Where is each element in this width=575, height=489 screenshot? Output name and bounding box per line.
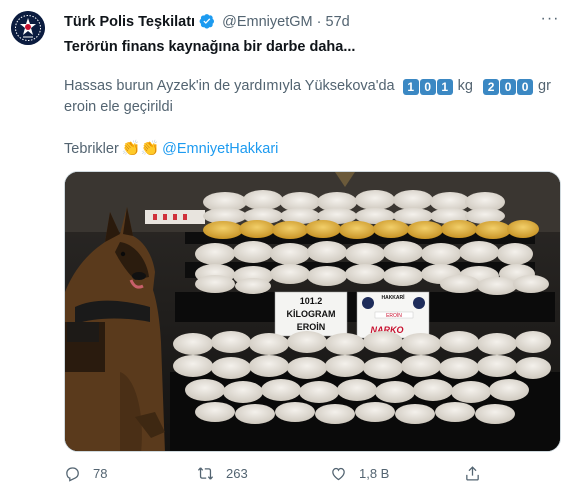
mention-link[interactable]: @EmniyetHakkari	[162, 141, 278, 157]
tweet-body-line-2: eroin ele geçirildi	[64, 99, 173, 115]
more-options-icon[interactable]: ···	[539, 11, 561, 30]
gr-digits: 200	[483, 78, 534, 95]
gr-unit: gr	[538, 78, 551, 94]
tweet-time[interactable]: 57d	[326, 14, 350, 30]
sign-line-1: 101.2	[300, 296, 323, 306]
digit-box: 0	[517, 79, 534, 95]
author-handle[interactable]: @EmniyetGM	[222, 14, 312, 30]
separator-dot: ·	[316, 14, 322, 30]
share-icon	[466, 465, 479, 481]
digit-box: 1	[402, 79, 419, 95]
tweet-headline: Terörün finans kaynağına bir darbe daha.…	[64, 39, 356, 55]
sign-line-2: KİLOGRAM	[287, 309, 336, 319]
tweet[interactable]: Türk Polis Teşkilatı @EmniyetGM · 57d ··…	[0, 0, 575, 489]
badge-top: HAKKARİ	[381, 294, 405, 301]
sign-line-3: EROİN	[297, 322, 326, 332]
tweet-body-line-3: Tebrikler 👏👏 @EmniyetHakkari	[64, 139, 278, 157]
heart-icon	[332, 467, 345, 480]
like-action[interactable]: 1,8 B	[330, 463, 389, 483]
share-action[interactable]	[464, 463, 493, 483]
kg-digits: 101	[402, 78, 454, 95]
clapping-hands-icon: 👏👏	[121, 140, 160, 157]
tweet-header: Türk Polis Teşkilatı @EmniyetGM · 57d	[64, 13, 575, 33]
avatar[interactable]	[11, 11, 45, 45]
badge-word: EROİN	[386, 312, 402, 319]
seized-drugs-photo: 101.2 KİLOGRAM EROİN HAKKARİ EROİN NARKO	[65, 172, 560, 451]
digit-box: 0	[419, 79, 436, 95]
police-emblem-icon	[11, 11, 45, 45]
retweet-icon	[197, 466, 214, 480]
digit-box: 2	[483, 79, 500, 95]
comment-icon	[66, 466, 79, 482]
tweet-media-photo[interactable]: 101.2 KİLOGRAM EROİN HAKKARİ EROİN NARKO	[64, 171, 561, 452]
retweet-action[interactable]: 263	[197, 463, 248, 483]
verified-badge-icon	[199, 14, 215, 29]
retweet-count: 263	[226, 465, 248, 481]
tweet-actions: 78 263 1,8 B	[64, 463, 544, 483]
reply-count: 78	[93, 465, 108, 481]
kg-unit: kg	[457, 78, 473, 94]
tebrik-text: Tebrikler	[64, 141, 119, 157]
reply-action[interactable]: 78	[64, 463, 107, 483]
tweet-body-line-1: Hassas burun Ayzek'in de yardımıyla Yüks…	[64, 78, 553, 95]
digit-box: 0	[500, 79, 517, 95]
body-prefix: Hassas burun Ayzek'in de yardımıyla Yüks…	[64, 78, 395, 94]
digit-box: 1	[436, 79, 453, 95]
like-count: 1,8 B	[359, 465, 390, 481]
author-name[interactable]: Türk Polis Teşkilatı	[64, 14, 195, 30]
